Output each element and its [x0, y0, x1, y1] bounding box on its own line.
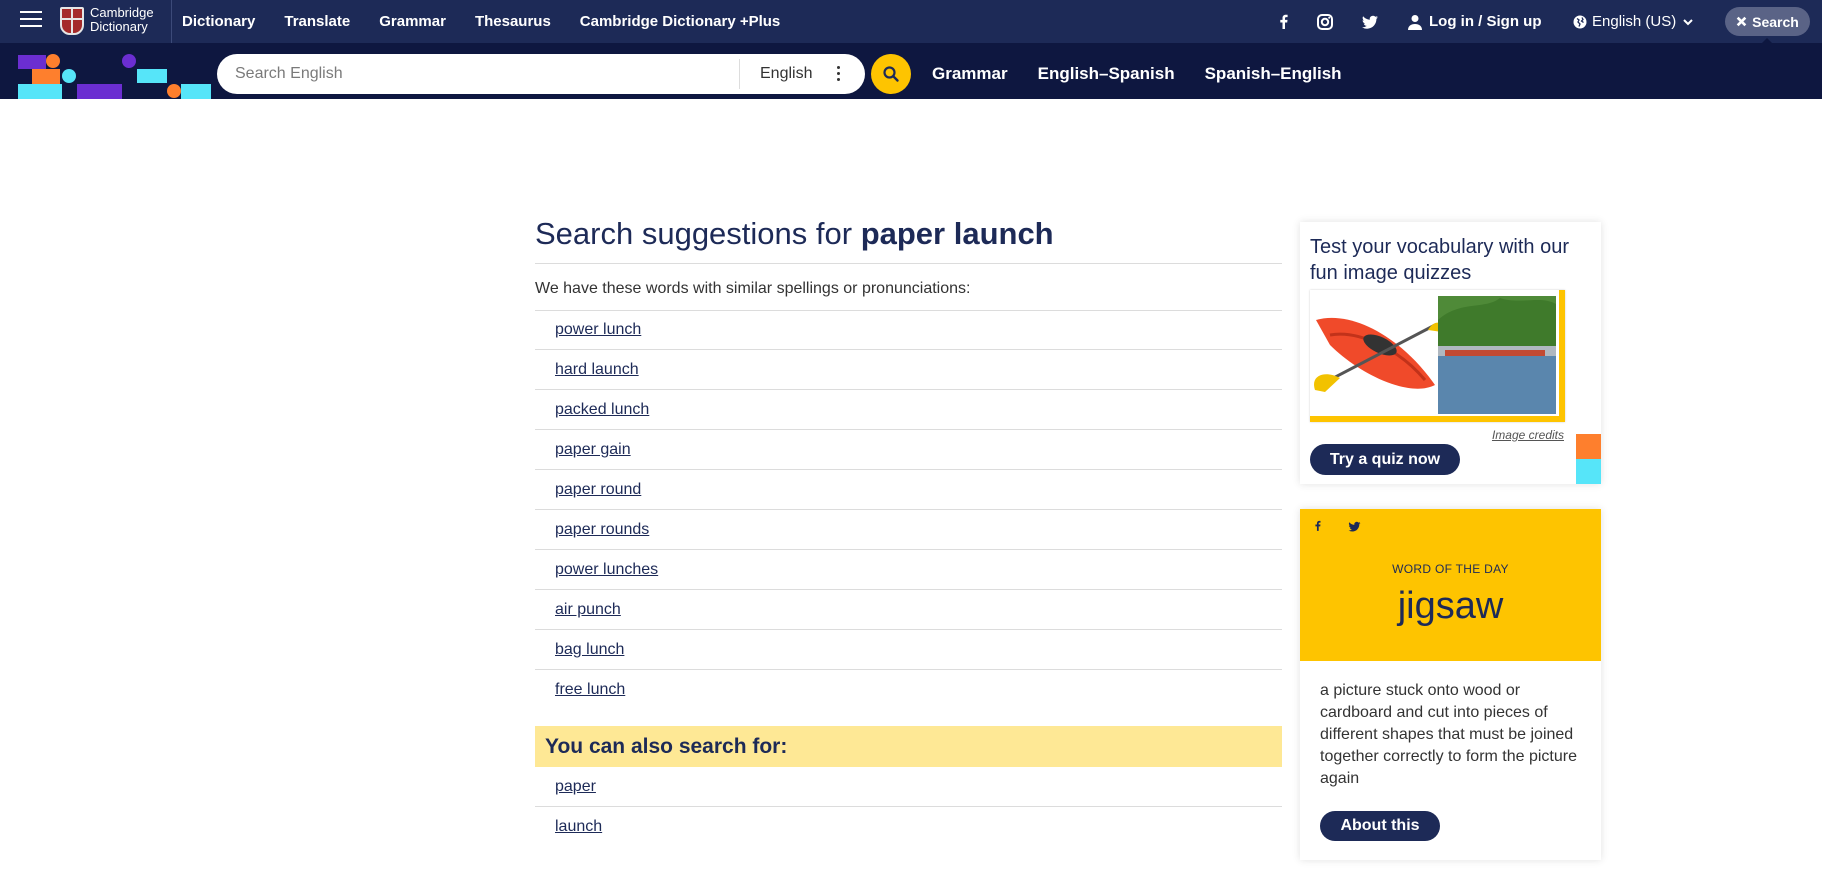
quiz-image-frame[interactable]: [1310, 290, 1565, 422]
dictionary-selector[interactable]: English: [760, 54, 812, 94]
also-search-list: paper launch: [535, 767, 1282, 847]
suggestion-link[interactable]: hard launch: [555, 361, 639, 379]
cambridge-logo[interactable]: Cambridge Dictionary: [60, 5, 172, 39]
top-bar: Cambridge Dictionary Dictionary Translat…: [0, 0, 1822, 48]
decorative-tab: [1576, 459, 1601, 484]
facebook-icon[interactable]: [1274, 12, 1294, 32]
suggestion-link[interactable]: paper round: [555, 481, 641, 499]
sub-nav: Grammar English–Spanish Spanish–English: [932, 54, 1342, 94]
list-item: paper rounds: [535, 510, 1282, 550]
page-title: Search suggestions for paper launch: [535, 216, 1054, 251]
divider: [171, 0, 172, 48]
suggestion-link[interactable]: packed lunch: [555, 401, 649, 419]
search-button[interactable]: [871, 54, 911, 94]
list-item: paper round: [535, 470, 1282, 510]
divider: [535, 263, 1282, 264]
suggestion-link[interactable]: paper gain: [555, 441, 631, 459]
nav-translate[interactable]: Translate: [284, 13, 350, 30]
subnav-spanish-english[interactable]: Spanish–English: [1205, 64, 1342, 84]
twitter-icon[interactable]: [1360, 12, 1380, 32]
nav-dictionary[interactable]: Dictionary: [182, 13, 255, 30]
list-item: launch: [535, 807, 1282, 847]
nav-grammar[interactable]: Grammar: [379, 13, 446, 30]
lake-image: [1438, 296, 1556, 414]
suggestion-link[interactable]: power lunch: [555, 321, 641, 339]
instagram-icon[interactable]: [1315, 12, 1335, 32]
menu-icon[interactable]: [20, 11, 42, 29]
list-item: paper gain: [535, 430, 1282, 470]
globe-icon: [1573, 15, 1587, 28]
list-item: packed lunch: [535, 390, 1282, 430]
wotd-label: WORD OF THE DAY: [1392, 562, 1509, 576]
list-item: power lunches: [535, 550, 1282, 590]
about-this-button[interactable]: About this: [1320, 811, 1440, 841]
more-options-icon[interactable]: [834, 66, 842, 84]
suggestion-link[interactable]: paper rounds: [555, 521, 649, 539]
quiz-card: Test your vocabulary with our fun image …: [1300, 222, 1601, 484]
subnav-english-spanish[interactable]: English–Spanish: [1038, 64, 1175, 84]
word-of-the-day-card: WORD OF THE DAY jigsaw a picture stuck o…: [1300, 509, 1601, 860]
also-search-link[interactable]: launch: [555, 818, 602, 836]
list-item: power lunch: [535, 310, 1282, 350]
login-link[interactable]: Log in / Sign up: [1408, 0, 1541, 43]
list-item: free lunch: [535, 670, 1282, 710]
subnav-grammar[interactable]: Grammar: [932, 64, 1008, 84]
twitter-icon[interactable]: [1347, 519, 1362, 534]
search-toggle-button[interactable]: Search: [1725, 7, 1810, 36]
try-quiz-button[interactable]: Try a quiz now: [1310, 444, 1460, 475]
close-icon: [1736, 16, 1747, 27]
suggestion-link[interactable]: free lunch: [555, 681, 625, 699]
quiz-title: Test your vocabulary with our fun image …: [1310, 236, 1570, 284]
suggestion-link[interactable]: bag lunch: [555, 641, 624, 659]
quiz-images: [1310, 290, 1559, 416]
wotd-definition: a picture stuck onto wood or cardboard a…: [1320, 682, 1577, 787]
also-search-link[interactable]: paper: [555, 778, 596, 796]
main-nav: Dictionary Translate Grammar Thesaurus C…: [182, 0, 780, 43]
facebook-icon[interactable]: [1311, 518, 1325, 534]
suggestion-link[interactable]: air punch: [555, 601, 621, 619]
suggestions-intro: We have these words with similar spellin…: [535, 280, 971, 297]
wotd-header: WORD OF THE DAY jigsaw: [1300, 509, 1601, 661]
search-input[interactable]: [233, 54, 733, 94]
also-search-heading: You can also search for:: [535, 726, 1282, 767]
suggestion-link[interactable]: power lunches: [555, 561, 658, 579]
list-item: bag lunch: [535, 630, 1282, 670]
wotd-word[interactable]: jigsaw: [1300, 585, 1601, 628]
search-icon: [883, 66, 899, 82]
suggestion-list: power lunch hard launch packed lunch pap…: [535, 310, 1282, 710]
list-item: air punch: [535, 590, 1282, 630]
chevron-down-icon: [1683, 18, 1693, 25]
user-icon: [1408, 14, 1422, 30]
image-credits-link[interactable]: Image credits: [1492, 428, 1564, 442]
list-item: hard launch: [535, 350, 1282, 390]
logo-text: Cambridge Dictionary: [90, 5, 154, 34]
decorative-tab: [1576, 434, 1601, 459]
search-divider: [739, 59, 740, 89]
list-item: paper: [535, 767, 1282, 807]
nav-plus[interactable]: Cambridge Dictionary +Plus: [580, 13, 780, 30]
language-selector[interactable]: English (US): [1573, 0, 1693, 43]
nav-thesaurus[interactable]: Thesaurus: [475, 13, 551, 30]
crest-icon: [60, 7, 84, 35]
search-box: English: [217, 54, 865, 94]
